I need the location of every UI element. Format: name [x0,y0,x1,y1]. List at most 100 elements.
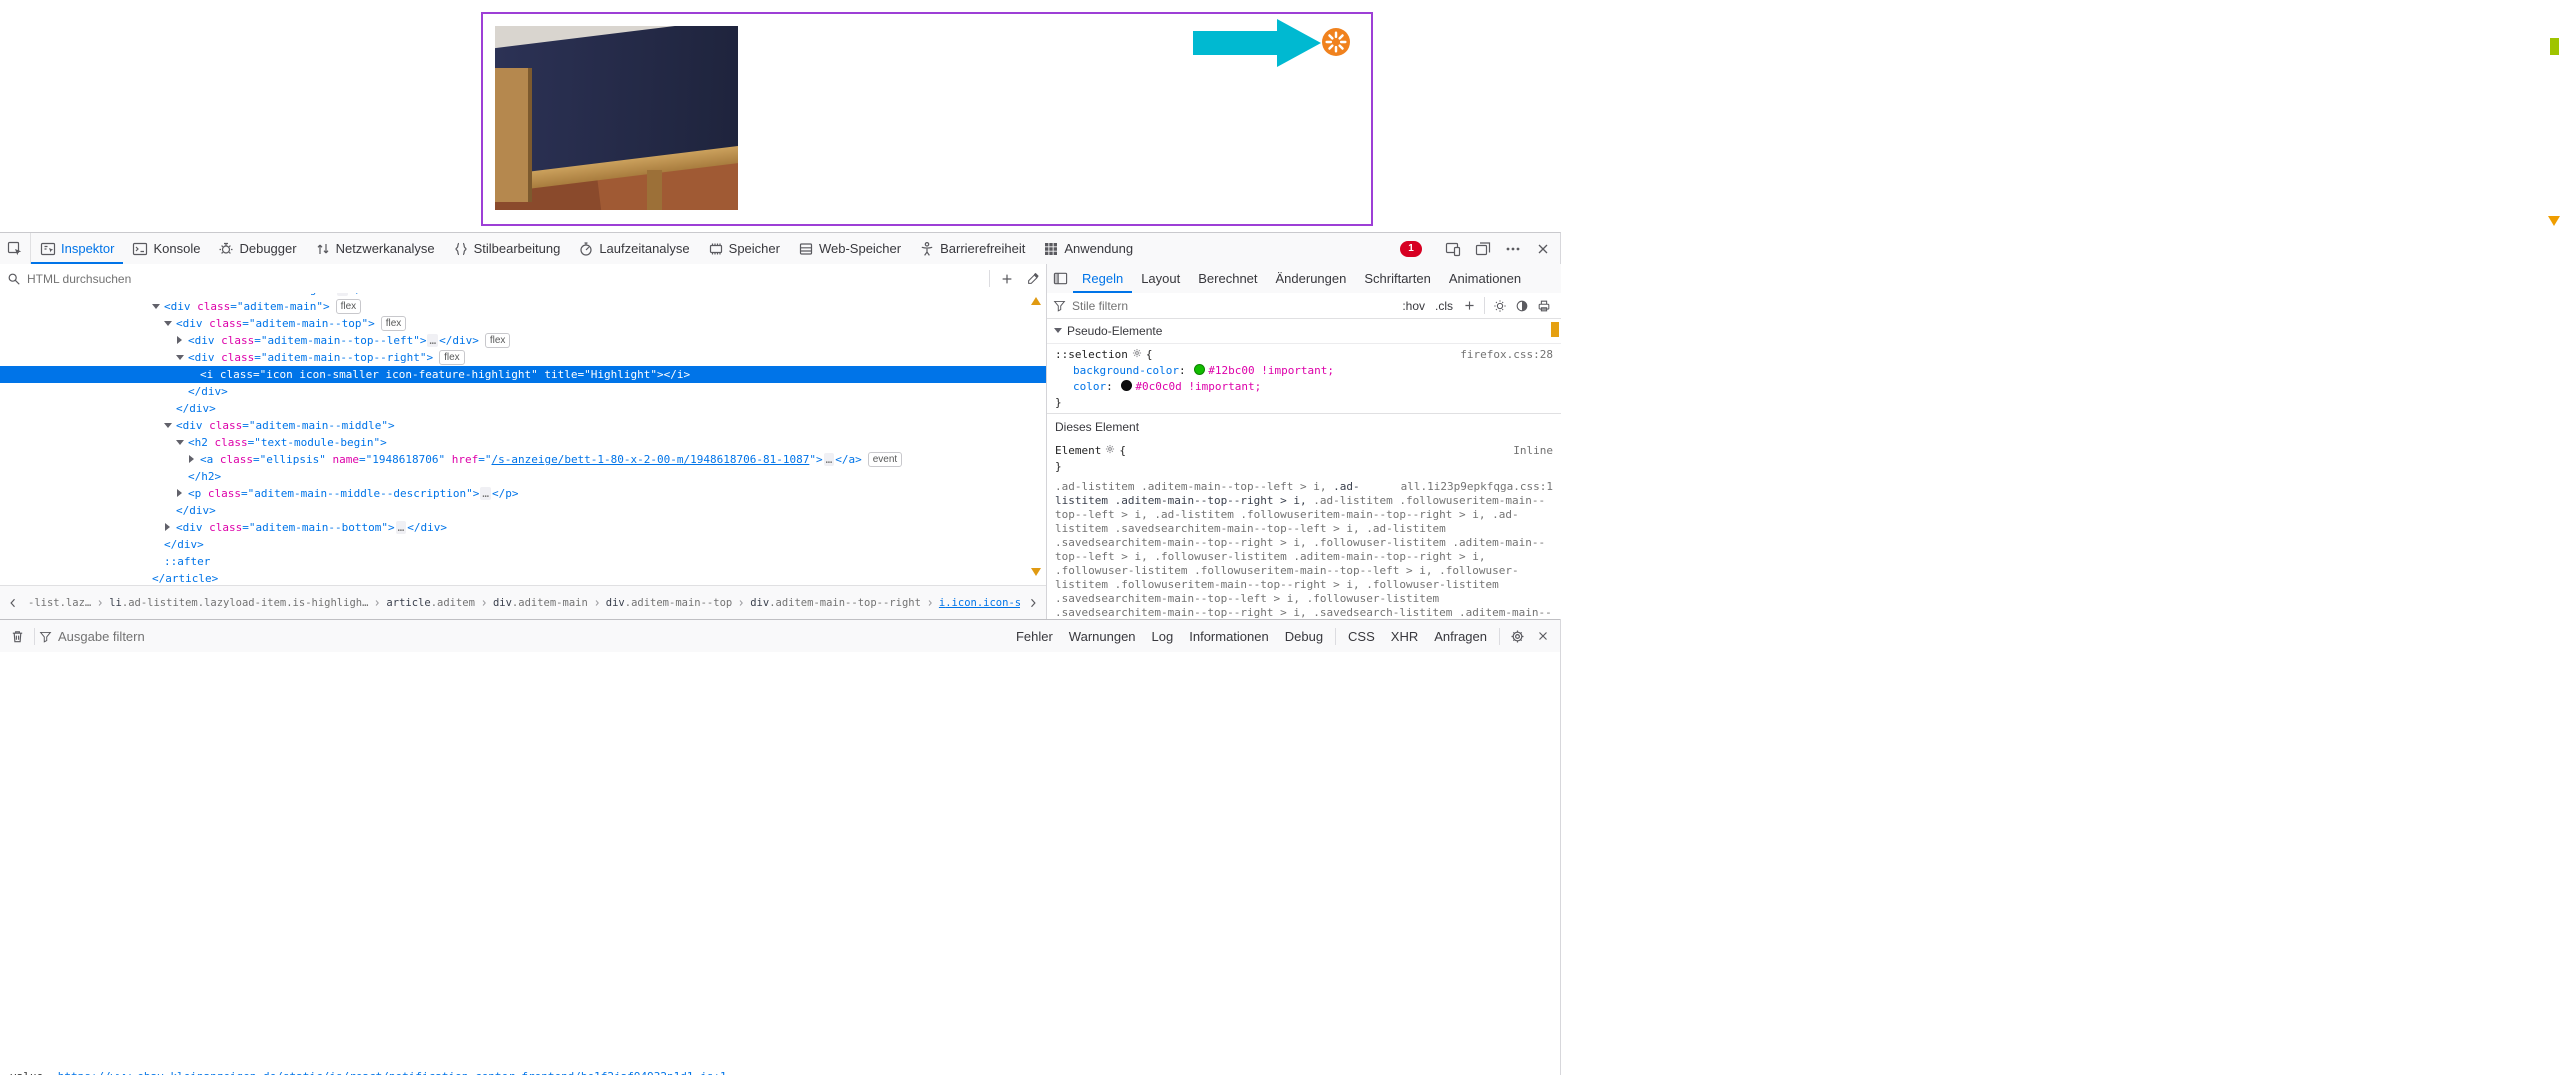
console-filter-fehler[interactable]: Fehler [1008,626,1061,647]
breadcrumb-back-icon[interactable] [0,586,26,620]
markup-row[interactable]: ::after [0,553,1046,570]
breadcrumb-item[interactable]: div.aditem-main--top [606,597,732,609]
expander-icon[interactable] [176,434,188,451]
markup-row[interactable]: </div> [0,536,1046,553]
selector-highlighter-icon[interactable] [1105,444,1115,454]
sidebar-tab-aenderungen[interactable]: Änderungen [1267,264,1356,293]
sidebar-tab-layout[interactable]: Layout [1132,264,1189,293]
expander-icon[interactable] [164,519,176,536]
rule-source-link[interactable]: Inline [1513,443,1553,459]
breadcrumb-forward-icon[interactable] [1020,586,1046,620]
expander-icon[interactable] [176,332,188,349]
console-filter-css[interactable]: CSS [1340,626,1383,647]
menu-dots-icon[interactable] [1500,237,1526,261]
add-rule-icon[interactable] [1458,294,1480,318]
console-filter-xhr[interactable]: XHR [1383,626,1426,647]
markup-row[interactable]: <a class="ellipsis" name="1948618706" hr… [0,451,1046,468]
declaration[interactable]: background-color: #12bc00 !important; [1055,363,1553,379]
tab-debugger[interactable]: Debugger [209,233,305,264]
sidebar-tab-berechnet[interactable]: Berechnet [1189,264,1266,293]
error-count-badge[interactable]: 1 [1400,241,1422,257]
markup-row[interactable]: <div class="aditem-main--top--left">…</d… [0,332,1046,349]
flex-badge[interactable]: flex [336,299,362,314]
console-filter-anfragen[interactable]: Anfragen [1426,626,1495,647]
markup-row[interactable]: <div class="aditem-main--bottom">…</div> [0,519,1046,536]
console-filter-debug[interactable]: Debug [1277,626,1331,647]
element-rule-selector[interactable]: Element [1055,444,1101,457]
markup-row[interactable]: <div class="aditem-main--top--right">fle… [0,349,1046,366]
tab-netzwerkanalyse[interactable]: Netzwerkanalyse [306,233,444,264]
markup-row[interactable]: <div class="aditem-main--top">flex [0,315,1046,332]
expander-icon[interactable] [188,451,200,468]
flex-badge[interactable]: flex [439,350,465,365]
breadcrumb-item[interactable]: div.aditem-main [493,597,588,609]
flex-badge[interactable]: flex [381,316,407,331]
markup-row[interactable]: </article> [0,570,1046,585]
console-filter-input[interactable]: Ausgabe filtern [58,629,145,644]
markup-row[interactable]: <div class="aditem-main">flex [0,298,1046,315]
close-console-icon[interactable] [1530,624,1556,648]
expander-icon[interactable] [152,298,164,315]
pseudo-class-panel-button[interactable]: :hov [1397,297,1430,315]
rule-selector[interactable]: .followuser-listitem .aditem-main--top--… [1154,550,1485,563]
rule-selector[interactable]: .followuser-listitem .followuseritem-mai… [1055,564,1439,577]
rule-selector[interactable]: ::selection [1055,348,1128,361]
breadcrumb-item[interactable]: div.aditem-main--top--right [750,597,921,609]
breadcrumb-item[interactable]: article.aditem [386,597,475,609]
print-simulation-icon[interactable] [1533,294,1555,318]
highlight-starburst-icon[interactable] [1322,28,1350,56]
style-filter-input[interactable]: Stile filtern [1072,299,1128,313]
markup-search-input[interactable]: HTML durchsuchen [27,272,131,286]
console-filter-informationen[interactable]: Informationen [1181,626,1277,647]
markup-row[interactable]: <p class="aditem-main--middle--descripti… [0,485,1046,502]
color-swatch[interactable] [1121,380,1132,391]
markup-row[interactable]: <i class="icon icon-smaller icon-feature… [0,366,1046,383]
markup-row[interactable]: <div class="aditem-main--middle"> [0,417,1046,434]
expander-icon[interactable] [176,349,188,366]
sidebar-toggle-icon[interactable] [1047,264,1073,293]
rule-selector[interactable]: .ad-listitem .aditem-main--top--left > i… [1055,480,1333,493]
dark-color-scheme-icon[interactable] [1511,294,1533,318]
light-color-scheme-icon[interactable] [1489,294,1511,318]
breadcrumb-item[interactable]: -list.laz… [28,597,91,609]
tab-stilbearbeitung[interactable]: Stilbearbeitung [444,233,570,264]
class-panel-button[interactable]: .cls [1430,297,1458,315]
markup-row[interactable]: </div> [0,400,1046,417]
clear-console-icon[interactable] [4,624,30,648]
color-swatch[interactable] [1194,364,1205,375]
declaration[interactable]: color: #0c0c0d !important; [1055,379,1553,395]
pick-element-icon[interactable] [0,233,31,264]
close-devtools-icon[interactable] [1530,237,1556,261]
rule-source-link[interactable]: all.1i23p9epkfqga.css:1 [1401,480,1553,494]
expander-icon[interactable] [164,417,176,434]
tab-anwendung[interactable]: Anwendung [1034,233,1142,264]
markup-row[interactable]: </div> [0,502,1046,519]
sidebar-tab-schriftarten[interactable]: Schriftarten [1355,264,1439,293]
breadcrumb-item[interactable]: i.icon.icon-smaller.icon-feature-highlig… [939,597,1020,609]
markup-row[interactable]: </div> [0,383,1046,400]
console-filter-log[interactable]: Log [1144,626,1182,647]
markup-row[interactable]: <h2 class="text-module-begin"> [0,434,1046,451]
tab-laufzeitanalyse[interactable]: Laufzeitanalyse [569,233,698,264]
event-badge[interactable]: event [868,452,902,467]
tab-inspektor[interactable]: Inspektor [31,233,123,264]
console-filter-warnungen[interactable]: Warnungen [1061,626,1144,647]
add-node-icon[interactable] [994,267,1020,291]
tab-barrierefreiheit[interactable]: Barrierefreiheit [910,233,1034,264]
sidebar-tab-animationen[interactable]: Animationen [1440,264,1530,293]
flex-badge[interactable]: flex [485,333,511,348]
console-settings-gear-icon[interactable] [1504,624,1530,648]
rule-selector[interactable]: .ad-listitem .followuseritem-main--top--… [1154,508,1492,521]
expander-icon[interactable] [164,315,176,332]
eyedropper-icon[interactable] [1020,267,1046,291]
breadcrumb-item[interactable]: li.ad-listitem.lazyload-item.is-highligh… [109,597,368,609]
responsive-design-mode-icon[interactable] [1440,237,1466,261]
console-entry-link[interactable]: https://www.ebay-kleinanzeigen.de/static… [58,1070,727,1075]
rule-source-link[interactable]: firefox.css:28 [1460,347,1553,363]
pseudo-elements-header[interactable]: Pseudo-Elemente [1047,319,1561,344]
tab-konsole[interactable]: Konsole [123,233,209,264]
separate-window-icon[interactable] [1470,237,1496,261]
selector-highlighter-icon[interactable] [1132,348,1142,358]
sidebar-tab-regeln[interactable]: Regeln [1073,264,1132,293]
tab-web-speicher[interactable]: Web-Speicher [789,233,910,264]
